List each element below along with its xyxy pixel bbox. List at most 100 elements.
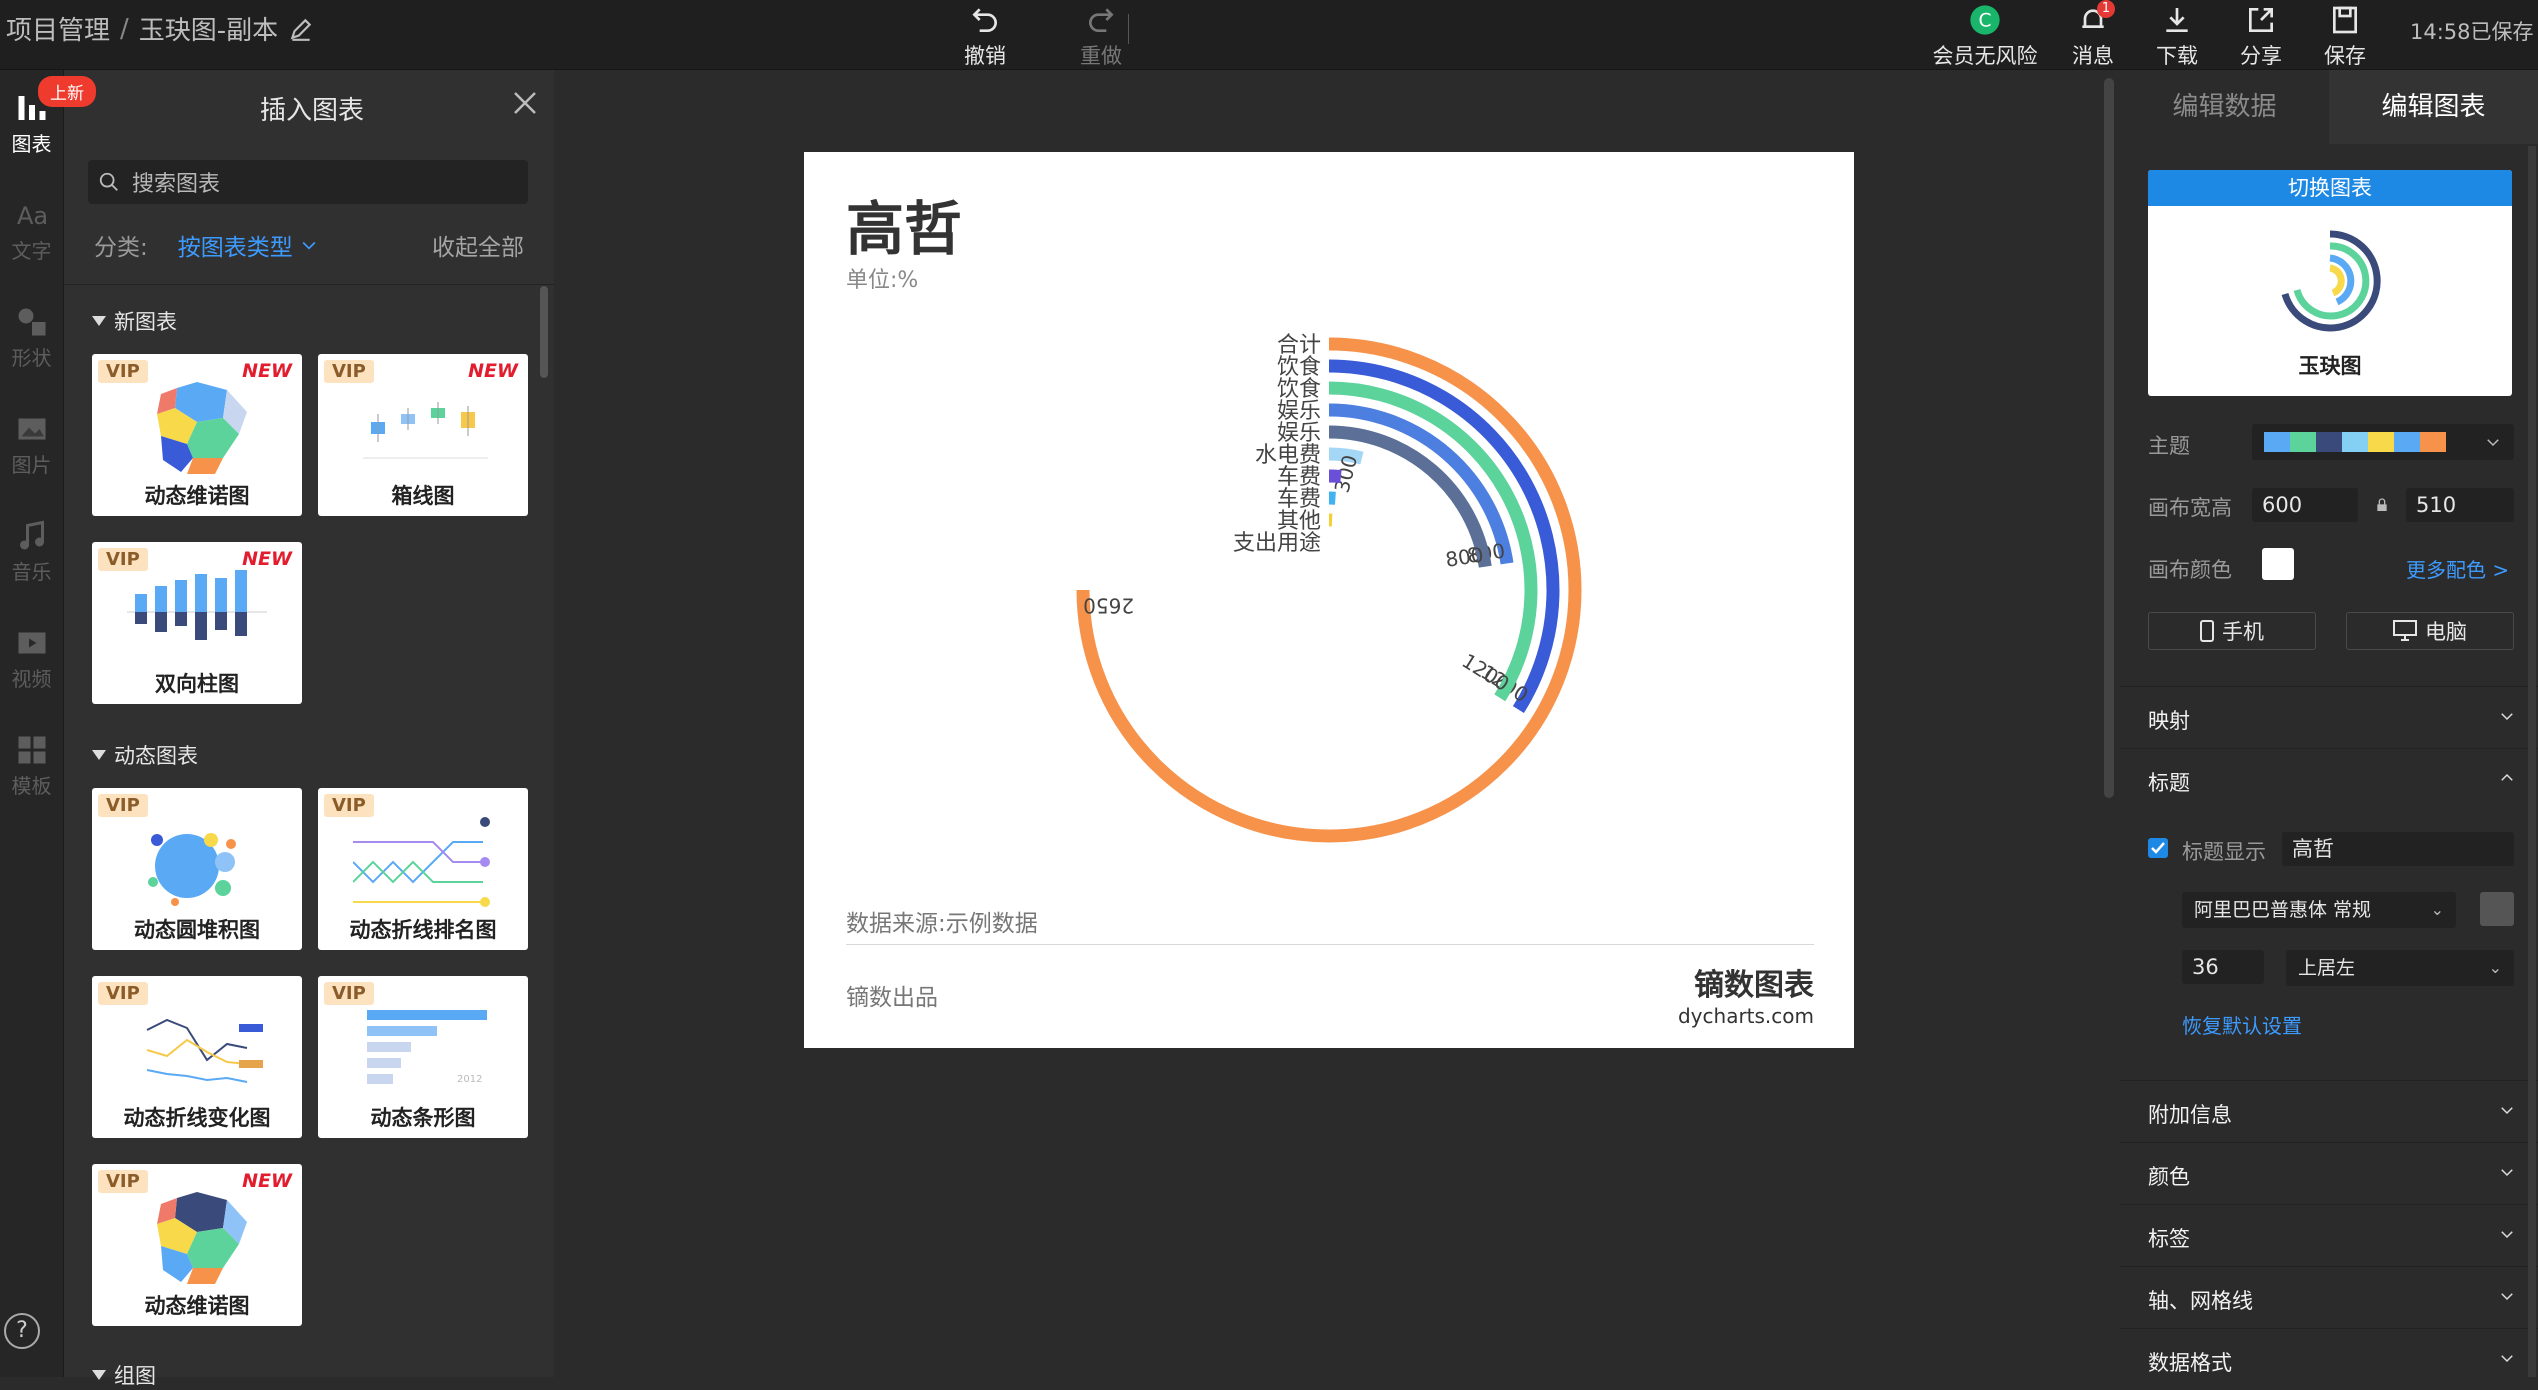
chevron-down-icon <box>2498 1349 2516 1367</box>
help-icon[interactable]: ? <box>4 1313 40 1349</box>
accordion-title: 映射 <box>2148 705 2190 735</box>
chart-card-line-ranking[interactable]: VIP 动态折线排名图 <box>318 788 528 950</box>
rail-item-video[interactable]: 视频 <box>0 605 63 712</box>
chart-card-line-change[interactable]: VIP 动态折线变化图 <box>92 976 302 1138</box>
circle-packing-thumbnail-icon <box>127 812 267 912</box>
title-position-select[interactable]: 上居左 ⌄ <box>2286 950 2514 986</box>
reset-default-link[interactable]: 恢复默认设置 <box>2182 1010 2302 1039</box>
category-dropdown[interactable]: 按图表类型 <box>178 228 293 262</box>
section-group-charts[interactable]: 组图 <box>92 1360 156 1390</box>
chevron-down-icon <box>2498 1287 2516 1305</box>
panel-scrollbar[interactable] <box>540 286 548 378</box>
category-label: 支出用途 <box>1233 531 1321 556</box>
svg-text:Aa: Aa <box>17 202 48 230</box>
canvas-width-input[interactable]: 600 <box>2252 488 2358 522</box>
theme-swatch <box>2420 432 2446 452</box>
chart-card-voronoi-2[interactable]: VIP NEW 动态维诺图 <box>92 1164 302 1326</box>
font-size-input[interactable]: 36 <box>2182 950 2264 984</box>
title-show-checkbox[interactable] <box>2148 838 2168 858</box>
section-new-charts[interactable]: 新图表 <box>92 306 177 336</box>
theme-swatch <box>2368 432 2394 452</box>
switch-chart-button[interactable]: 切换图表 <box>2148 170 2512 206</box>
data-label: 1200 <box>1458 649 1514 696</box>
search-input[interactable]: 搜索图表 <box>88 160 528 204</box>
category-label: 分类: <box>94 228 148 262</box>
phone-icon <box>2200 620 2214 642</box>
switch-chart-card[interactable]: 切换图表 玉玦图 <box>2148 170 2512 396</box>
theme-swatch <box>2290 432 2316 452</box>
chart-card-circle-packing[interactable]: VIP 动态圆堆积图 <box>92 788 302 950</box>
save-button[interactable]: 保存 <box>2309 0 2381 70</box>
right-tabs: 编辑数据 编辑图表 <box>2120 70 2538 144</box>
card-name: 动态维诺图 <box>92 1290 302 1320</box>
right-panel-scrollbar[interactable] <box>2528 146 2536 1377</box>
share-button[interactable]: 分享 <box>2225 0 2297 70</box>
theme-selector[interactable] <box>2252 424 2514 460</box>
radial-bar[interactable] <box>1329 476 1341 477</box>
brand-name: 镝数图表 <box>1678 960 1814 1004</box>
chart-card-boxplot[interactable]: VIP NEW 箱线图 <box>318 354 528 516</box>
chart-card-voronoi[interactable]: VIP NEW 动态维诺图 <box>92 354 302 516</box>
canvas-color-swatch[interactable] <box>2262 548 2294 580</box>
rail-item-image[interactable]: 图片 <box>0 391 63 498</box>
chart-card-racing-bar[interactable]: VIP 2012 动态条形图 <box>318 976 528 1138</box>
accordion-axis-grid[interactable]: 轴、网格线 <box>2120 1266 2538 1328</box>
rail-item-text[interactable]: Aa 文字 <box>0 177 63 284</box>
accordion-mapping[interactable]: 映射 <box>2120 686 2538 748</box>
download-icon <box>2161 4 2193 36</box>
card-name: 动态折线变化图 <box>92 1102 302 1132</box>
chevron-down-icon: ⌄ <box>2431 892 2444 928</box>
breadcrumb: 项目管理 / 玉玦图-副本 <box>6 10 314 47</box>
rail-label: 图片 <box>12 449 52 478</box>
breadcrumb-current[interactable]: 玉玦图-副本 <box>139 10 278 47</box>
tab-edit-data[interactable]: 编辑数据 <box>2120 70 2329 144</box>
more-colors-link[interactable]: 更多配色 > <box>2406 554 2509 583</box>
card-name: 箱线图 <box>318 480 528 510</box>
accordion-title-settings[interactable]: 标题 <box>2120 748 2538 810</box>
brand-logo: 镝数图表 dycharts.com <box>1678 960 1814 1028</box>
phone-label: 手机 <box>2222 616 2264 646</box>
accordion-data-format[interactable]: 数据格式 <box>2120 1328 2538 1390</box>
member-icon: C <box>1969 4 2001 36</box>
card-name: 动态维诺图 <box>92 480 302 510</box>
radial-bar[interactable] <box>1083 344 1575 836</box>
pc-label: 电脑 <box>2425 616 2467 646</box>
pc-button[interactable]: 电脑 <box>2346 612 2514 650</box>
member-button[interactable]: C 会员无风险 <box>1925 0 2045 70</box>
close-icon[interactable] <box>510 88 540 118</box>
lock-icon[interactable] <box>2374 496 2390 514</box>
chart-canvas[interactable]: 高哲 单位:% 265012001200800800300合计饮食饮食娱乐娱乐水… <box>804 152 1854 1048</box>
download-label: 下载 <box>2156 40 2198 70</box>
svg-text:C: C <box>1978 11 1991 32</box>
breadcrumb-separator: / <box>120 14 129 44</box>
chevron-down-icon[interactable] <box>299 235 319 255</box>
data-source: 数据来源:示例数据 <box>846 904 1038 938</box>
rail-item-shape[interactable]: 形状 <box>0 284 63 391</box>
font-family-select[interactable]: 阿里巴巴普惠体 常规 ⌄ <box>2182 892 2456 928</box>
breadcrumb-root[interactable]: 项目管理 <box>6 10 110 47</box>
chevron-down-icon: ⌄ <box>2489 950 2502 986</box>
title-text-input[interactable]: 高哲 <box>2282 832 2514 866</box>
redo-button[interactable]: 重做 <box>1066 0 1136 70</box>
undo-label: 撤销 <box>964 40 1006 70</box>
accordion-label[interactable]: 标签 <box>2120 1204 2538 1266</box>
rail-label: 视频 <box>12 663 52 692</box>
tab-edit-chart[interactable]: 编辑图表 <box>2329 70 2538 144</box>
rail-item-music[interactable]: 音乐 <box>0 498 63 605</box>
download-button[interactable]: 下载 <box>2141 0 2213 70</box>
collapse-all-button[interactable]: 收起全部 <box>432 228 524 262</box>
pencil-icon[interactable] <box>288 16 314 42</box>
data-label: 2650 <box>1083 594 1134 618</box>
text-icon: Aa <box>14 197 50 233</box>
accordion-extra-info[interactable]: 附加信息 <box>2120 1080 2538 1142</box>
phone-button[interactable]: 手机 <box>2148 612 2316 650</box>
messages-button[interactable]: 1 消息 <box>2057 0 2129 70</box>
canvas-height-input[interactable]: 510 <box>2406 488 2514 522</box>
stage-scrollbar[interactable] <box>2104 78 2114 798</box>
title-color-swatch[interactable] <box>2480 892 2514 926</box>
rail-item-template[interactable]: 模板 <box>0 712 63 819</box>
section-dynamic-charts[interactable]: 动态图表 <box>92 740 198 770</box>
undo-button[interactable]: 撤销 <box>950 0 1020 70</box>
chart-card-bidirectional-bar[interactable]: VIP NEW 双向柱图 <box>92 542 302 704</box>
accordion-color[interactable]: 颜色 <box>2120 1142 2538 1204</box>
